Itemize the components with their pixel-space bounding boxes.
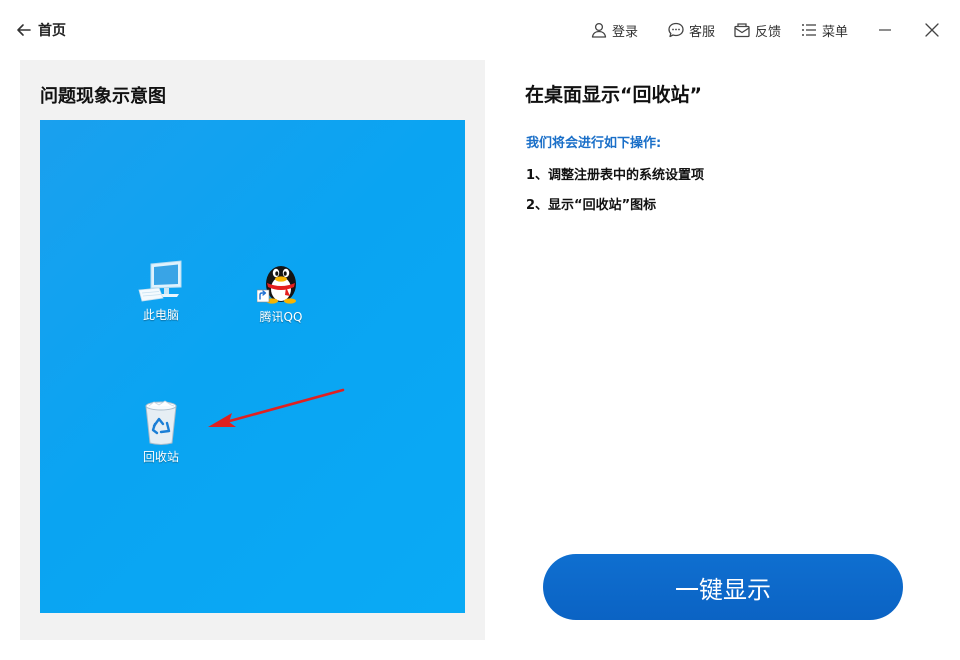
operation-steps: 1、调整注册表中的系统设置项 2、显示“回收站”图标 — [526, 166, 704, 226]
back-arrow-icon — [17, 24, 31, 36]
menu-button[interactable]: 菜单 — [800, 21, 848, 40]
home-back-button[interactable]: 首页 — [14, 18, 66, 42]
home-label: 首页 — [38, 23, 66, 39]
chat-bubble-icon — [668, 22, 684, 38]
one-click-show-button[interactable]: 一键显示 — [543, 554, 903, 620]
illustration-panel: 问题现象示意图 此电脑 腾讯QQ 回收站 — [20, 60, 485, 640]
minimize-button[interactable] — [873, 18, 897, 42]
pointer-arrow-icon — [208, 388, 345, 427]
feedback-button[interactable]: 反馈 — [733, 21, 781, 40]
step-item: 1、调整注册表中的系统设置项 — [526, 168, 705, 183]
title-bar: 首页 登录 客服 反馈 菜单 — [0, 0, 960, 60]
illustration-title: 问题现象示意图 — [40, 86, 166, 107]
operations-heading: 我们将会进行如下操作: — [526, 136, 662, 151]
close-icon — [925, 23, 939, 37]
desktop-illustration: 此电脑 腾讯QQ 回收站 — [40, 120, 465, 613]
login-button[interactable]: 登录 — [590, 21, 638, 40]
menu-label: 菜单 — [822, 24, 849, 40]
close-button[interactable] — [920, 18, 944, 42]
mail-icon — [734, 23, 750, 38]
minimize-icon — [879, 29, 891, 31]
user-icon — [591, 22, 607, 38]
feedback-label: 反馈 — [755, 24, 782, 40]
fix-title: 在桌面显示“回收站” — [525, 84, 702, 106]
customer-service-button[interactable]: 客服 — [667, 21, 715, 40]
service-label: 客服 — [689, 24, 716, 40]
menu-list-icon — [802, 24, 816, 36]
step-item: 2、显示“回收站”图标 — [526, 198, 657, 213]
login-label: 登录 — [612, 24, 639, 40]
